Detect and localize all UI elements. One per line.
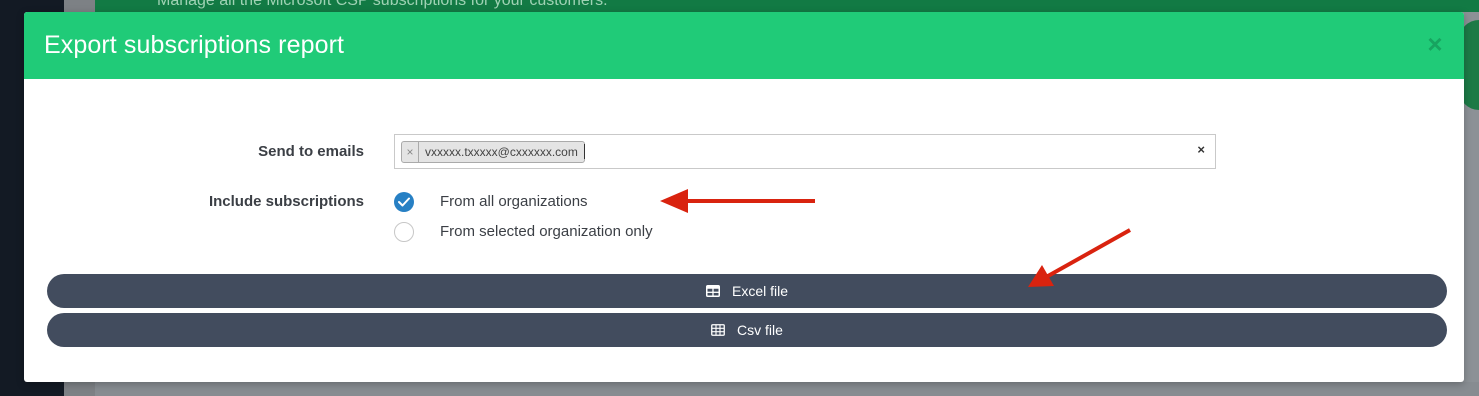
email-tag-value: vxxxxx.txxxxx@cxxxxxx.com [425, 145, 578, 159]
check-icon [398, 197, 410, 207]
radio-selected-organization-label[interactable]: From selected organization only [440, 223, 653, 240]
emails-input[interactable]: × vxxxxx.txxxxx@cxxxxxx.com × [394, 134, 1216, 169]
radio-all-organizations-label[interactable]: From all organizations [440, 193, 588, 210]
csv-file-button-label: Csv file [737, 322, 783, 338]
text-cursor [584, 144, 585, 159]
excel-file-button-label: Excel file [731, 283, 789, 299]
include-subscriptions-label: Include subscriptions [208, 193, 364, 210]
close-icon[interactable]: × [1424, 30, 1446, 58]
email-tag: × vxxxxx.txxxxx@cxxxxxx.com [401, 141, 585, 163]
excel-file-button[interactable]: Excel file [47, 274, 1447, 308]
email-tag-remove-icon[interactable]: × [402, 142, 419, 162]
modal-title: Export subscriptions report [44, 31, 345, 59]
radio-all-organizations[interactable] [394, 192, 414, 212]
table-icon [705, 285, 720, 297]
grid-icon [711, 324, 725, 336]
export-report-modal: Export subscriptions report × Send to em… [24, 12, 1464, 382]
send-to-emails-label: Send to emails [258, 143, 364, 160]
app-page-header: Manage all the Microsoft CSP subscriptio… [95, 0, 1479, 12]
app-page-subtitle: Manage all the Microsoft CSP subscriptio… [157, 0, 608, 9]
modal-header: Export subscriptions report × [24, 12, 1464, 79]
radio-selected-organization[interactable] [394, 222, 414, 242]
clear-emails-icon[interactable]: × [1197, 142, 1205, 157]
csv-file-button[interactable]: Csv file [47, 313, 1447, 347]
app-bottom-bar [95, 382, 1479, 396]
